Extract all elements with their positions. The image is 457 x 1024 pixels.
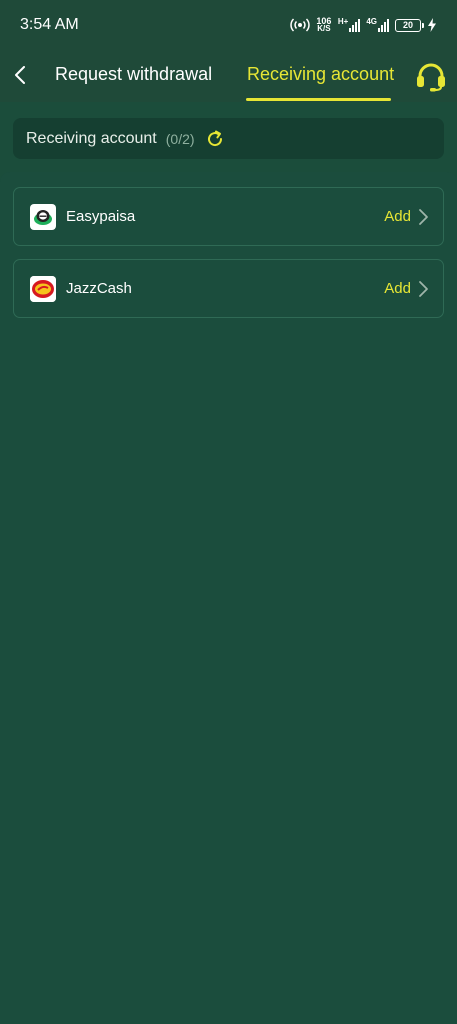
signal-sim2: 4G bbox=[366, 18, 389, 32]
receiving-account-summary: Receiving account (0/2) bbox=[13, 118, 444, 159]
list-item-easypaisa[interactable]: Easypaisa Add bbox=[13, 187, 444, 246]
chevron-right-icon bbox=[419, 280, 428, 297]
status-icons: 106 K/S H+ 4G 20 bbox=[290, 14, 437, 36]
chevron-right-icon bbox=[419, 208, 428, 225]
headset-icon bbox=[417, 63, 445, 92]
signal-bars-icon bbox=[349, 18, 361, 32]
hotspot-icon bbox=[290, 18, 310, 32]
battery-level: 20 bbox=[402, 20, 413, 30]
charging-icon bbox=[428, 18, 436, 32]
tab-receiving-account[interactable]: Receiving account bbox=[247, 64, 394, 100]
refresh-icon[interactable] bbox=[205, 129, 225, 149]
network-speed: 106 K/S bbox=[316, 17, 332, 33]
signal-sim1-label: H+ bbox=[337, 17, 349, 26]
add-button[interactable]: Add bbox=[384, 280, 411, 297]
add-button[interactable]: Add bbox=[384, 208, 411, 225]
easypaisa-logo-icon bbox=[30, 203, 56, 230]
customer-support-button[interactable] bbox=[413, 60, 449, 94]
back-button[interactable] bbox=[6, 58, 34, 92]
account-name: Easypaisa bbox=[66, 208, 136, 225]
signal-sim1: H+ bbox=[337, 17, 361, 32]
chevron-left-icon bbox=[15, 66, 25, 84]
tab-request-withdrawal[interactable]: Request withdrawal bbox=[55, 64, 212, 100]
signal-sim2-label: 4G bbox=[366, 17, 377, 26]
status-time: 3:54 AM bbox=[20, 16, 79, 33]
summary-title: Receiving account bbox=[26, 129, 157, 147]
jazzcash-logo-icon bbox=[30, 275, 56, 302]
status-bar: 3:54 AM 106 K/S H+ 4G 20 bbox=[0, 0, 457, 50]
network-speed-unit: K/S bbox=[317, 24, 331, 33]
signal-bars-icon bbox=[378, 18, 389, 32]
active-tab-indicator bbox=[246, 98, 391, 101]
list-item-jazzcash[interactable]: JazzCash Add bbox=[13, 259, 444, 318]
summary-count: (0/2) bbox=[165, 130, 195, 147]
battery-icon: 20 bbox=[395, 18, 424, 32]
account-name: JazzCash bbox=[66, 280, 132, 297]
header: Request withdrawal Receiving account bbox=[0, 50, 457, 102]
